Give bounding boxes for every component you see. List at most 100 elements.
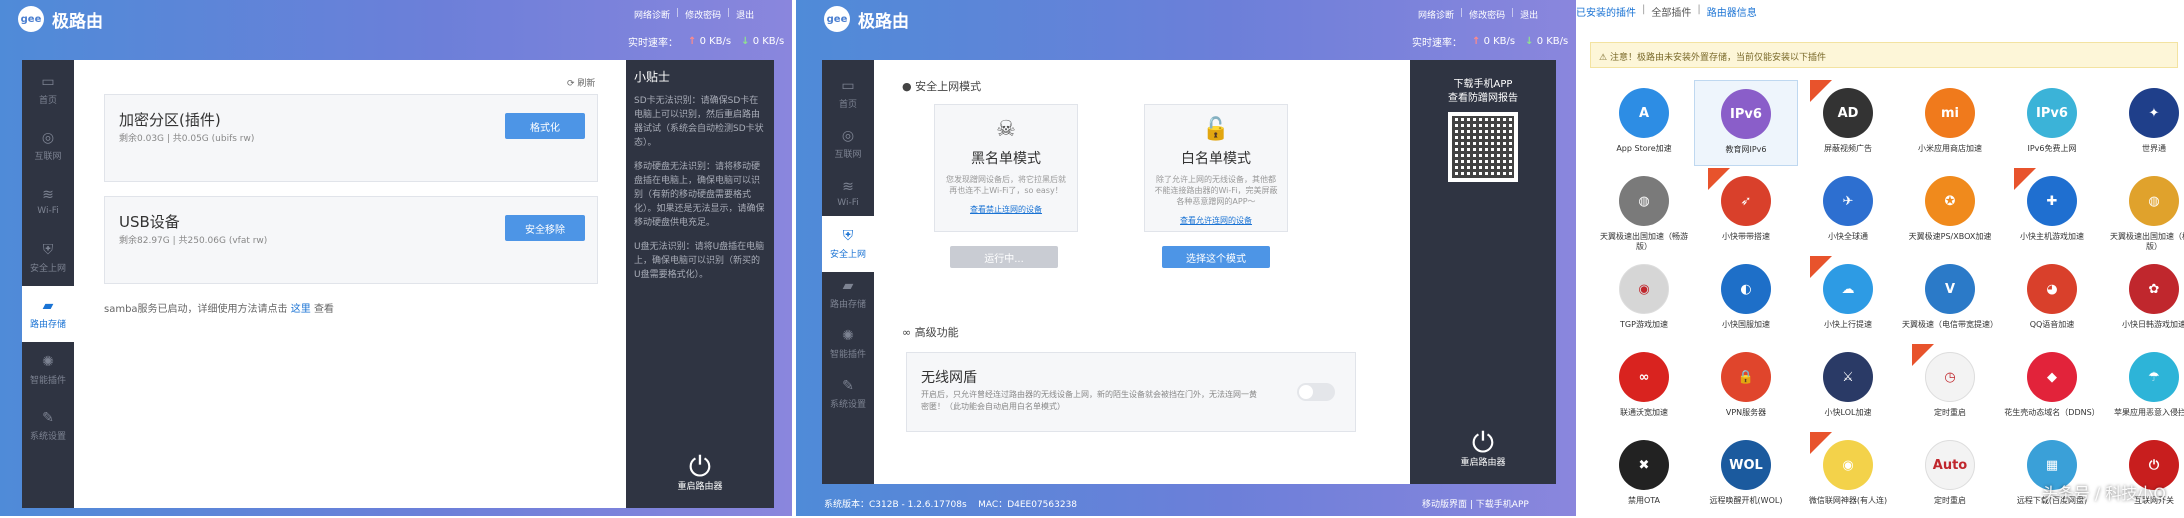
whitelist-card[interactable]: 🔓 白名单模式 除了允许上网的无线设备，其他都不能连接路由器的Wi-Fi，完美屏… <box>1144 104 1288 232</box>
tip-usb: U盘无法识别：请将U盘插在电脑上，确保电脑可以识别（新买的U盘需要格式化）。 <box>634 242 765 280</box>
tab-all[interactable]: 全部插件 <box>1651 4 1691 19</box>
plugin-item[interactable]: ◍ 天翼极速出国加速（畅游版） <box>1592 168 1696 254</box>
nav-settings[interactable]: ✎ 系统设置 <box>22 398 74 454</box>
select-whitelist-button[interactable]: 选择这个模式 <box>1162 246 1270 268</box>
plugin-item[interactable]: ⚔ 小快LOL加速 <box>1796 344 1900 430</box>
nav-security[interactable]: ⛨ 安全上网 <box>22 230 74 286</box>
plugin-item[interactable]: ▦ 远程下载(百度网盘) <box>2000 432 2104 518</box>
plugin-item[interactable]: ☁ 小快上行提速 <box>1796 256 1900 342</box>
plugin-item[interactable]: ➶ 小快带带搭速 <box>1694 168 1798 254</box>
plugin-icon: ◍ <box>1619 176 1669 226</box>
plugin-item[interactable]: A App Store加速 <box>1592 80 1696 166</box>
nav-wifi[interactable]: ≋ Wi-Fi <box>822 166 874 222</box>
logout-link[interactable]: 退出 <box>736 8 754 21</box>
plugin-item[interactable]: ◆ 花生壳动态域名（DDNS） <box>2000 344 2104 430</box>
reboot-button[interactable]: ⏻ 重启路由器 <box>626 453 774 494</box>
monitor-icon: ▭ <box>841 77 855 94</box>
plugin-item[interactable]: ◉ 微信联网神器(有人连) <box>1796 432 1900 518</box>
safe-remove-button[interactable]: 安全移除 <box>505 215 585 241</box>
plugin-item[interactable]: ◷ 定时重启 <box>1898 344 2002 430</box>
blacklist-running-button[interactable]: 运行中... <box>950 246 1058 268</box>
plugin-item[interactable]: ✿ 小快日韩游戏加速 <box>2102 256 2184 342</box>
change-password-link[interactable]: 修改密码 <box>1469 8 1505 21</box>
plugin-item[interactable]: ✖ 禁用OTA <box>1592 432 1696 518</box>
wifi-icon: ≋ <box>42 187 54 203</box>
refresh-button[interactable]: ⟳ 刷新 <box>567 76 595 89</box>
nav-storage[interactable]: ▰ 路由存储 <box>822 266 874 322</box>
speed-label: 实时速率： <box>1412 38 1462 49</box>
plugin-item[interactable]: Auto 定时重启 <box>1898 432 2002 518</box>
plugin-item[interactable]: ✦ 世界通 <box>2102 80 2184 166</box>
usb-usage: 剩余82.97G | 共250.06G (vfat rw) <box>119 236 268 246</box>
allowed-devices-link[interactable]: 查看允许连网的设备 <box>1145 215 1287 226</box>
plugin-item[interactable]: AD 屏蔽视频广告 <box>1796 80 1900 166</box>
nav-internet[interactable]: ◎ 互联网 <box>22 118 74 174</box>
plugin-item[interactable]: 🔒 VPN服务器 <box>1694 344 1798 430</box>
plugin-item[interactable]: ◕ QQ语音加速 <box>2000 256 2104 342</box>
main-frame: ▭ 首页 ◎ 互联网 ≋ Wi-Fi ⛨ 安全上网 ▰ 路由存储 ✺ 智能插件 ✎ 系统设置 … <box>22 60 774 508</box>
sidebar: ▭ 首页 ◎ 互联网 ≋ Wi-Fi ⛨ 安全上网 ▰ 路由存储 ✺ 智能插件 ✎ 系统设置 <box>22 60 74 508</box>
nav-security[interactable]: ⛨ 安全上网 <box>822 216 874 272</box>
hot-ribbon-icon <box>1912 344 1934 366</box>
plugin-icon: ◐ <box>1721 264 1771 314</box>
speed-readout: 实时速率： ↑ 0 KB/s ↓ 0 KB/s <box>628 34 784 49</box>
nav-internet[interactable]: ◎ 互联网 <box>822 116 874 172</box>
nav-home[interactable]: ▭ 首页 <box>22 62 74 118</box>
divider: | <box>1460 8 1464 18</box>
wireless-shield-toggle[interactable] <box>1297 383 1335 401</box>
plugin-item[interactable]: WOL 远程唤醒开机(WOL) <box>1694 432 1798 518</box>
nav-storage[interactable]: ▰ 路由存储 <box>22 286 74 342</box>
change-password-link[interactable]: 修改密码 <box>685 8 721 21</box>
blacklist-card[interactable]: ☠ 黑名单模式 您发现蹭网设备后，将它拉黑后就再也连不上Wi-Fi了，so ea… <box>934 104 1078 232</box>
reboot-button[interactable]: ⏻ 重启路由器 <box>1410 429 1556 470</box>
usb-card: USB设备 剩余82.97G | 共250.06G (vfat rw) 安全移除 <box>104 196 598 284</box>
plugin-item[interactable]: V 天翼极速（电信带宽提速） <box>1898 256 2002 342</box>
sidebar: ▭ 首页 ◎ 互联网 ≋ Wi-Fi ⛨ 安全上网 ▰ 路由存储 ✺ 智能插件 ✎ 系统设置 <box>822 60 874 484</box>
plugin-icon: ◉ <box>1619 264 1669 314</box>
download-app-link[interactable]: 下载手机APP <box>1476 500 1529 510</box>
plugin-name: 小快主机游戏加速 <box>2020 232 2084 241</box>
plugin-item[interactable]: ⏻ 互联网开关 <box>2102 432 2184 518</box>
plugin-item[interactable]: ✪ 天翼极速PS/XBOX加速 <box>1898 168 2002 254</box>
plugin-item[interactable]: ◍ 天翼极速出国加速（极速版） <box>2102 168 2184 254</box>
divider: | <box>727 8 731 18</box>
logo-badge-icon: gee <box>18 6 44 32</box>
nav-label: 互联网 <box>34 151 62 162</box>
nav-plugins[interactable]: ✺ 智能插件 <box>822 316 874 372</box>
logout-link[interactable]: 退出 <box>1520 8 1538 21</box>
mobile-ui-link[interactable]: 移动版界面 <box>1422 500 1467 510</box>
globe-icon: ◎ <box>41 129 55 146</box>
plugin-item[interactable]: ✈ 小快全球通 <box>1796 168 1900 254</box>
plugin-item[interactable]: IPv6 IPv6免费上网 <box>2000 80 2104 166</box>
nav-home[interactable]: ▭ 首页 <box>822 66 874 122</box>
plugin-item[interactable]: IPv6 教育网IPv6 <box>1694 80 1798 166</box>
format-button[interactable]: 格式化 <box>505 113 585 139</box>
section-title: 高级功能 <box>914 326 959 339</box>
nav-wifi[interactable]: ≋ Wi-Fi <box>22 174 74 230</box>
plugin-icon: ◕ <box>2027 264 2077 314</box>
tab-installed[interactable]: 已安装的插件 <box>1576 4 1636 19</box>
section-security-mode: ● 安全上网模式 <box>902 78 981 94</box>
shield-icon: ⛨ <box>42 241 54 258</box>
notice-banner: ⚠ 注意！极路由未安装外置存储，当前仅能安装以下插件 <box>1590 42 2178 68</box>
nav-plugins[interactable]: ✺ 智能插件 <box>22 342 74 398</box>
plugin-item[interactable]: ◉ TGP游戏加速 <box>1592 256 1696 342</box>
tab-router-info[interactable]: 路由器信息 <box>1707 4 1757 19</box>
wireless-shield-card: 无线网盾 开启后，只允许曾经连过路由器的无线设备上网，新的陌生设备就会被挡在门外… <box>906 352 1356 432</box>
plugin-icon: V <box>1925 264 1975 314</box>
network-diagnose-link[interactable]: 网络诊断 <box>634 8 670 21</box>
partition-title: 加密分区(插件) <box>119 111 221 129</box>
plugin-item[interactable]: ✚ 小快主机游戏加速 <box>2000 168 2104 254</box>
plugin-icon: ✿ <box>2129 264 2179 314</box>
network-diagnose-link[interactable]: 网络诊断 <box>1418 8 1454 21</box>
samba-help-link[interactable]: 这里 <box>291 304 311 315</box>
samba-text: samba服务已启动，详细使用方法请点击 <box>104 304 288 315</box>
plugin-item[interactable]: ◐ 小快国服加速 <box>1694 256 1798 342</box>
nav-settings[interactable]: ✎ 系统设置 <box>822 366 874 422</box>
plugin-item[interactable]: mi 小米应用商店加速 <box>1898 80 2002 166</box>
blocked-devices-link[interactable]: 查看禁止连网的设备 <box>935 204 1077 215</box>
divider: | <box>1511 8 1515 18</box>
plugin-item[interactable]: ☂ 苹果应用恶意入侵拦截 <box>2102 344 2184 430</box>
partition-card: 加密分区(插件) 剩余0.03G | 共0.05G (ubifs rw) 格式化 <box>104 94 598 182</box>
plugin-item[interactable]: ∞ 联通沃宽加速 <box>1592 344 1696 430</box>
